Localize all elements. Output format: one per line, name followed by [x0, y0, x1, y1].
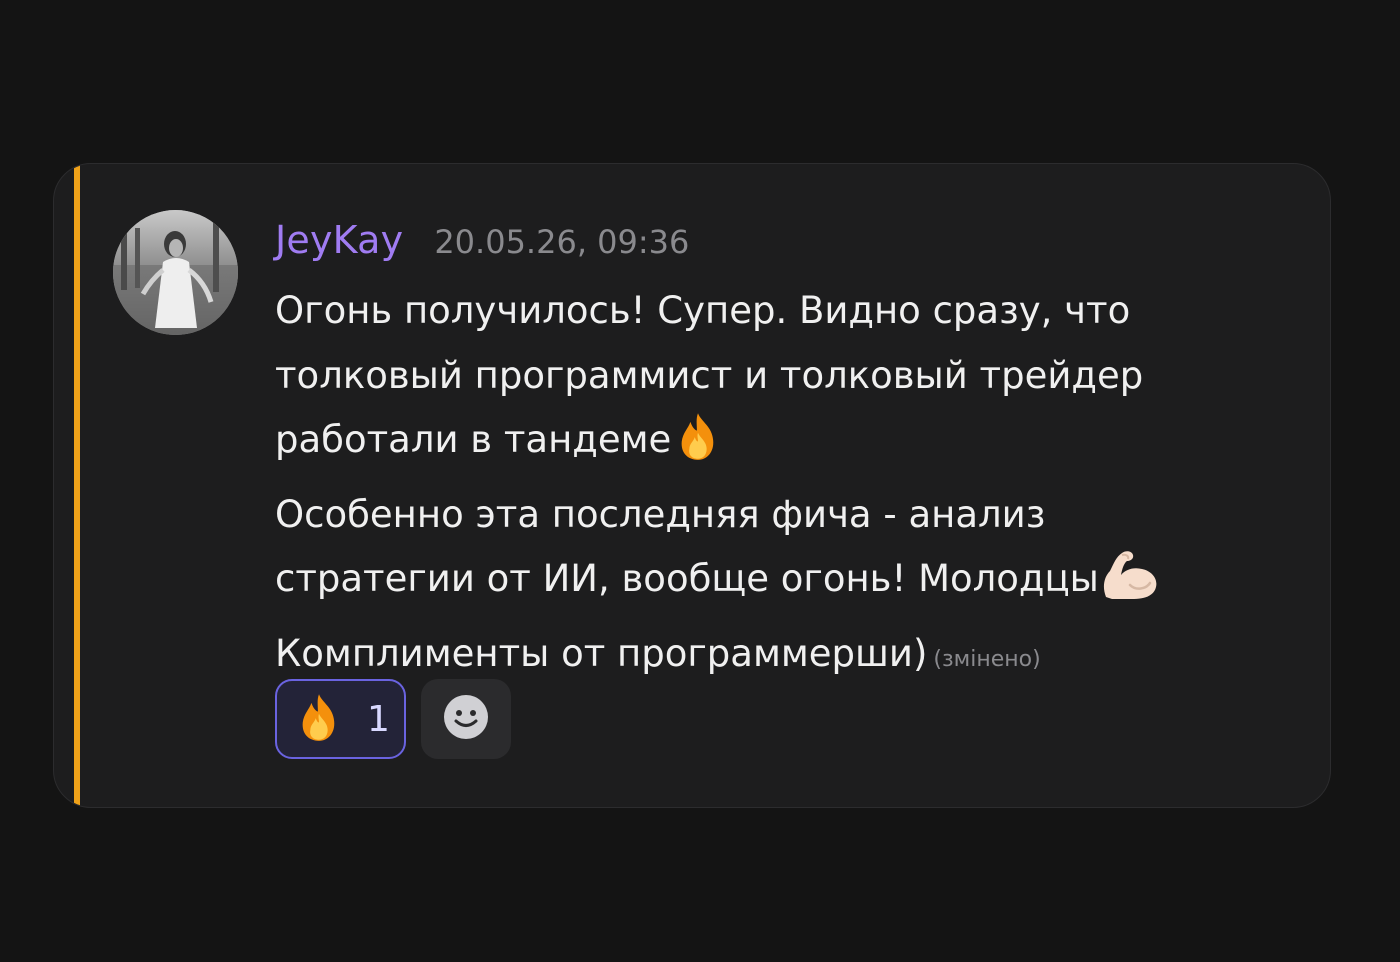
flexed-biceps-icon [1100, 547, 1160, 622]
message-body: Огонь получилось! Супер. Видно сразу, чт… [275, 279, 1275, 692]
message-line: работали в тандеме [275, 408, 1275, 483]
message-timestamp: 20.05.26, 09:36 [434, 223, 690, 261]
message-line: толковый программист и толковый трейдер [275, 353, 1144, 397]
message-line: Огонь получилось! Супер. Видно сразу, чт… [275, 289, 1131, 332]
message-line-text: стратегии от ИИ, вообще огонь! Молодцы [275, 557, 1099, 600]
message-line-text: работали в тандеме [275, 418, 672, 461]
message-line-text: Комплименты от программерши) [275, 631, 928, 675]
highlight-bar [74, 164, 80, 807]
message-header: JeyKay 20.05.26, 09:36 [275, 218, 689, 262]
avatar[interactable] [113, 210, 238, 335]
reactions-bar: 1 [275, 679, 511, 759]
reaction-count: 1 [367, 698, 390, 740]
add-reaction-button[interactable] [421, 679, 511, 759]
author-name[interactable]: JeyKay [275, 218, 403, 262]
fire-icon [293, 691, 345, 747]
fire-icon [672, 410, 724, 483]
message-card: JeyKay 20.05.26, 09:36 Огонь получилось!… [53, 163, 1331, 808]
smiley-icon [442, 693, 490, 745]
message-line: Особенно эта последняя фича - анализ [275, 492, 1046, 536]
message-line: стратегии от ИИ, вообще огонь! Молодцы [275, 547, 1275, 622]
reaction-fire[interactable]: 1 [275, 679, 406, 759]
edited-label: (змінено) [933, 646, 1041, 672]
